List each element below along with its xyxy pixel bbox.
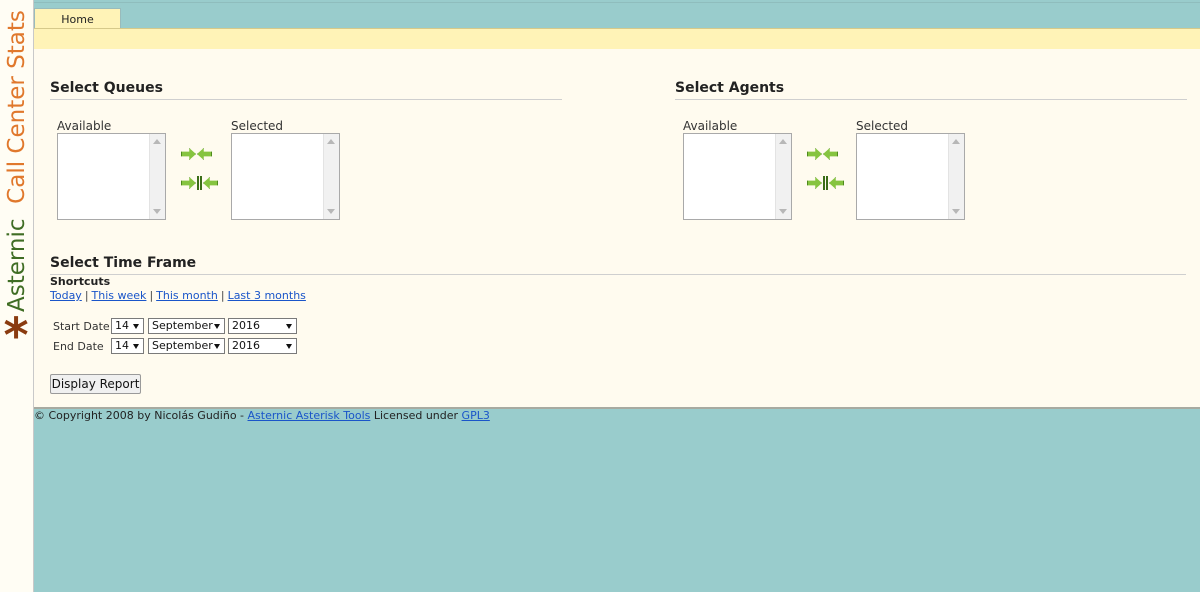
start-month-select[interactable]: September: [148, 318, 225, 334]
end-year-select[interactable]: 2016: [228, 338, 297, 354]
shortcuts-label: Shortcuts: [50, 275, 111, 288]
arrow-left-icon: [823, 148, 838, 160]
start-day-value: 14: [115, 319, 129, 332]
start-month-value: September: [152, 319, 213, 332]
select-time-frame-title: Select Time Frame: [50, 255, 197, 271]
queues-add-remove-all-button[interactable]: [181, 175, 218, 191]
footer-copyright: © Copyright 2008 by Nicolás Gudiño -: [34, 409, 248, 422]
shortcuts-links: Today | This week | This month | Last 3 months: [50, 289, 306, 302]
timeframe-divider: [50, 274, 1186, 275]
agents-divider: [675, 99, 1187, 100]
agents-available-scrollbar[interactable]: [775, 134, 791, 219]
chevron-down-icon: [286, 324, 292, 329]
arrow-left-all-icon: [829, 177, 844, 189]
end-date-label: End Date: [53, 340, 104, 353]
end-year-value: 2016: [232, 339, 260, 352]
end-day-select[interactable]: 14: [111, 338, 144, 354]
queues-add-remove-button[interactable]: [181, 146, 212, 162]
arrow-right-icon: [807, 148, 822, 160]
end-month-value: September: [152, 339, 213, 352]
queues-selected-scrollbar[interactable]: [323, 134, 339, 219]
queues-selected-list[interactable]: [231, 133, 340, 220]
app-logo-text: Asternic Call Center Stats: [3, 10, 31, 312]
shortcut-this-month-link[interactable]: This month: [156, 289, 218, 302]
chevron-down-icon: [133, 344, 139, 349]
select-queues-title: Select Queues: [50, 80, 163, 96]
tab-bar: Home: [34, 2, 1200, 31]
agents-available-label: Available: [683, 119, 738, 133]
select-agents-title: Select Agents: [675, 80, 785, 96]
arrow-left-all-icon: [203, 177, 218, 189]
chevron-down-icon: [214, 324, 220, 329]
agents-selected-list[interactable]: [856, 133, 965, 220]
queues-selected-label: Selected: [231, 119, 284, 133]
footer-license-text: Licensed under: [370, 409, 462, 422]
logo-asternic: Asternic: [4, 218, 30, 312]
end-day-value: 14: [115, 339, 129, 352]
agents-selected-scrollbar[interactable]: [948, 134, 964, 219]
footer: © Copyright 2008 by Nicolás Gudiño - Ast…: [34, 409, 490, 422]
shortcut-last-3-months-link[interactable]: Last 3 months: [228, 289, 306, 302]
tab-band: [34, 28, 1200, 50]
agents-selected-label: Selected: [856, 119, 909, 133]
shortcut-today-link[interactable]: Today: [50, 289, 82, 302]
logo-star-icon: *: [3, 308, 29, 364]
queues-available-list[interactable]: [57, 133, 166, 220]
main-panel: Select Queues Available Selected Select …: [34, 49, 1200, 409]
arrow-left-icon: [197, 148, 212, 160]
logo-call-center-stats: Call Center Stats: [4, 10, 30, 204]
agents-available-list[interactable]: [683, 133, 792, 220]
chevron-down-icon: [133, 324, 139, 329]
arrow-right-icon: [181, 148, 196, 160]
start-date-label: Start Date: [53, 320, 110, 333]
queues-divider: [50, 99, 562, 100]
asternic-tools-link[interactable]: Asternic Asterisk Tools: [248, 409, 371, 422]
arrow-right-all-icon: [807, 177, 822, 189]
start-day-select[interactable]: 14: [111, 318, 144, 334]
end-month-select[interactable]: September: [148, 338, 225, 354]
chevron-down-icon: [286, 344, 292, 349]
start-year-value: 2016: [232, 319, 260, 332]
start-year-select[interactable]: 2016: [228, 318, 297, 334]
gpl3-link[interactable]: GPL3: [462, 409, 490, 422]
shortcut-this-week-link[interactable]: This week: [92, 289, 147, 302]
logo-strip: Asternic Call Center Stats *: [0, 0, 34, 592]
arrow-right-all-icon: [181, 177, 196, 189]
display-report-button[interactable]: Display Report: [50, 374, 141, 394]
agents-add-remove-all-button[interactable]: [807, 175, 844, 191]
queues-available-label: Available: [57, 119, 112, 133]
queues-available-scrollbar[interactable]: [149, 134, 165, 219]
agents-add-remove-button[interactable]: [807, 146, 838, 162]
chevron-down-icon: [214, 344, 220, 349]
